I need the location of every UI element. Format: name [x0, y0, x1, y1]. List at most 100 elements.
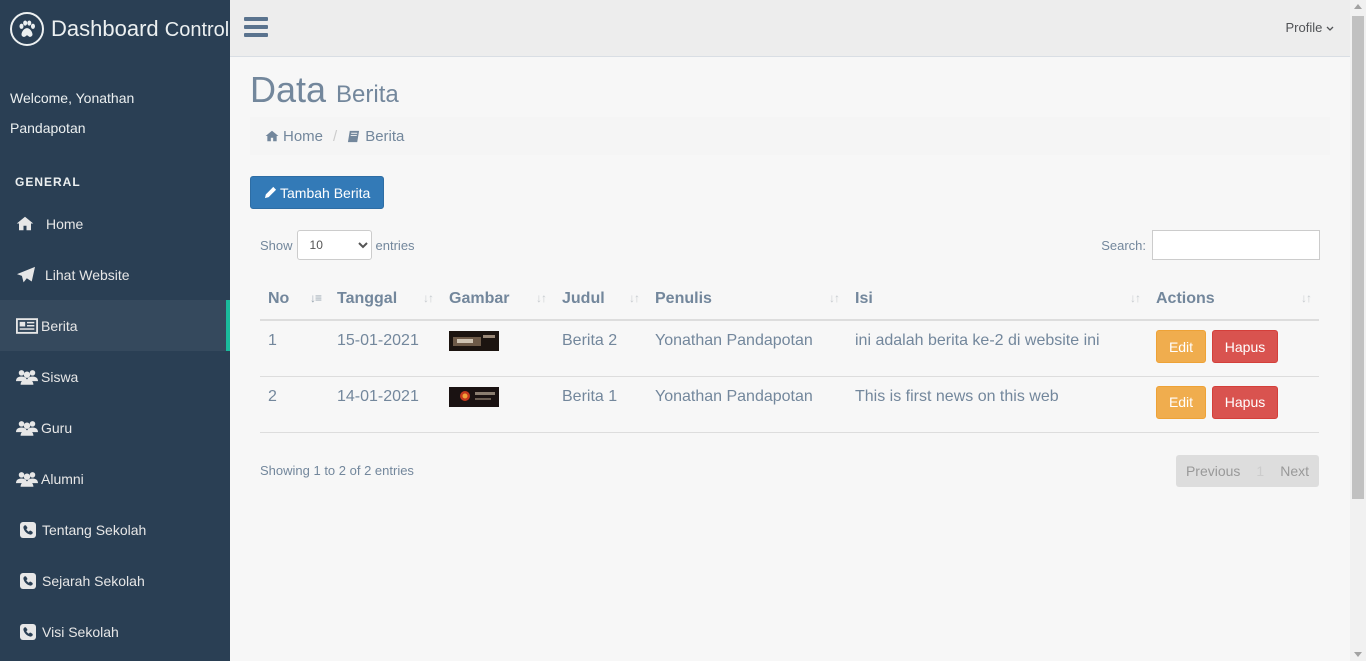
cell-actions: Edit Hapus	[1148, 376, 1319, 433]
phone-icon	[16, 572, 40, 589]
pagination: Previous 1 Next	[1175, 454, 1319, 487]
chevron-down-icon	[1326, 20, 1334, 35]
cell-gambar	[441, 320, 554, 377]
breadcrumb-current: Berita	[347, 128, 404, 145]
edit-button[interactable]: Edit	[1156, 330, 1206, 363]
hapus-button[interactable]: Hapus	[1212, 385, 1278, 419]
column-header-gambar[interactable]: Gambar ↓↑	[441, 278, 554, 321]
profile-label: Profile	[1285, 20, 1323, 35]
entries-select[interactable]: 10	[296, 230, 372, 260]
add-berita-label: Tambah Berita	[280, 184, 371, 201]
book-icon	[347, 130, 360, 143]
paper-plane-icon	[16, 266, 40, 284]
search-label: Search:	[1101, 237, 1146, 253]
cell-gambar	[441, 376, 554, 433]
home-icon	[16, 216, 40, 231]
sidebar-menu: Home Lihat Website Berita Siswa Guru Alu…	[0, 198, 230, 657]
sort-icon[interactable]: ↓↑	[1301, 291, 1312, 305]
pencil-icon	[264, 186, 277, 199]
welcome-text: Welcome, Yonathan Pandapotan	[0, 57, 230, 143]
cell-penulis: Yonathan Pandapotan	[647, 376, 847, 433]
show-label: Show	[260, 237, 293, 253]
top-navbar: Profile	[230, 0, 1350, 57]
page-title-main: Data	[250, 69, 327, 110]
next-button[interactable]: Next	[1270, 463, 1319, 479]
scroll-up-icon[interactable]	[1354, 4, 1362, 9]
sidebar-item-siswa[interactable]: Siswa	[0, 351, 230, 402]
cell-penulis: Yonathan Pandapotan	[647, 320, 847, 377]
brand[interactable]: Dashboard Control	[0, 0, 230, 57]
breadcrumb-current-label: Berita	[365, 127, 405, 145]
table-header-row: No ↓≡ Tanggal ↓↑ Gambar ↓↑ Judul ↓↑ Penulis ↓…	[260, 278, 1319, 321]
sidebar-item-berita[interactable]: Berita	[0, 300, 230, 351]
sidebar-item-label: Berita	[41, 317, 78, 334]
sidebar-item-alumni[interactable]: Alumni	[0, 453, 230, 504]
sort-icon[interactable]: ↓↑	[829, 291, 840, 305]
column-header-judul[interactable]: Judul ↓↑	[554, 278, 647, 321]
menu-toggle-icon[interactable]	[244, 17, 268, 39]
cell-no: 2	[260, 376, 329, 433]
column-header-tanggal[interactable]: Tanggal ↓↑	[329, 278, 441, 321]
users-icon	[16, 420, 40, 436]
cell-isi: ini adalah berita ke-2 di website ini	[847, 320, 1148, 377]
scroll-down-icon[interactable]	[1354, 652, 1362, 657]
sidebar-item-visi-sekolah[interactable]: Visi Sekolah	[0, 606, 230, 657]
sort-icon[interactable]: ↓↑	[629, 291, 640, 305]
page-title: Data Berita	[250, 69, 1330, 110]
sidebar-item-label: Guru	[41, 419, 73, 436]
search-control: Search:	[1101, 230, 1320, 260]
table-row: 1 15-01-2021 Berita 2 Yonathan Pandapota…	[260, 320, 1319, 377]
entries-length-control: Show 10 entries	[260, 230, 415, 260]
sort-icon[interactable]: ↓↑	[1130, 291, 1141, 305]
profile-dropdown[interactable]: Profile	[1286, 20, 1334, 35]
sidebar-item-label: Sejarah Sekolah	[42, 572, 145, 589]
sidebar-item-label: Siswa	[41, 368, 79, 385]
welcome-line-2: Pandapotan	[10, 120, 86, 136]
sort-asc-icon[interactable]: ↓≡	[310, 291, 322, 305]
page-scrollbar[interactable]	[1350, 0, 1366, 661]
newspaper-icon	[16, 317, 40, 334]
sidebar-item-label: Home	[46, 215, 84, 232]
welcome-line-1: Welcome, Yonathan	[10, 90, 135, 106]
users-icon	[16, 471, 40, 487]
previous-button[interactable]: Previous	[1176, 463, 1250, 479]
sidebar-item-label: Visi Sekolah	[42, 623, 119, 640]
sidebar-item-lihat-website[interactable]: Lihat Website	[0, 249, 230, 300]
table-info: Showing 1 to 2 of 2 entries	[260, 462, 414, 478]
home-icon	[265, 130, 279, 142]
column-header-penulis[interactable]: Penulis ↓↑	[647, 278, 847, 321]
cell-judul: Berita 2	[554, 320, 647, 377]
hapus-button[interactable]: Hapus	[1212, 330, 1278, 363]
column-header-actions[interactable]: Actions ↓↑	[1148, 278, 1319, 321]
phone-icon	[16, 521, 40, 538]
search-input[interactable]	[1152, 230, 1320, 260]
sidebar-item-label: Alumni	[41, 470, 84, 487]
column-header-no[interactable]: No ↓≡	[260, 278, 329, 321]
add-berita-button[interactable]: Tambah Berita	[250, 176, 385, 209]
breadcrumb-home-label: Home	[283, 127, 324, 145]
entries-label: entries	[375, 237, 415, 253]
sort-icon[interactable]: ↓↑	[536, 291, 547, 305]
sidebar-item-tentang-sekolah[interactable]: Tentang Sekolah	[0, 504, 230, 555]
scrollbar-thumb[interactable]	[1352, 16, 1364, 499]
sidebar-item-sejarah-sekolah[interactable]: Sejarah Sekolah	[0, 555, 230, 606]
page-button-1[interactable]: 1	[1250, 463, 1270, 479]
sidebar-item-home[interactable]: Home	[0, 198, 230, 249]
news-thumbnail	[449, 331, 499, 351]
sidebar-item-label: Lihat Website	[45, 266, 130, 283]
sort-icon[interactable]: ↓↑	[423, 291, 434, 305]
berita-table: No ↓≡ Tanggal ↓↑ Gambar ↓↑ Judul ↓↑ Penulis ↓…	[260, 278, 1319, 433]
main-content: Data Berita Home / Berita Tambah Berita …	[250, 57, 1330, 495]
sidebar: Dashboard Control Welcome, Yonathan Pand…	[0, 0, 230, 661]
sidebar-item-guru[interactable]: Guru	[0, 402, 230, 453]
edit-button[interactable]: Edit	[1156, 385, 1206, 419]
cell-tanggal: 15-01-2021	[329, 320, 441, 377]
brand-title: Dashboard Control	[51, 15, 230, 41]
cell-judul: Berita 1	[554, 376, 647, 433]
page-title-sub: Berita	[336, 81, 399, 108]
breadcrumb-home[interactable]: Home	[265, 128, 323, 145]
news-thumbnail	[449, 386, 499, 407]
users-icon	[16, 369, 40, 385]
table-controls: Show 10 entries Search:	[260, 228, 1320, 278]
column-header-isi[interactable]: Isi ↓↑	[847, 278, 1148, 321]
